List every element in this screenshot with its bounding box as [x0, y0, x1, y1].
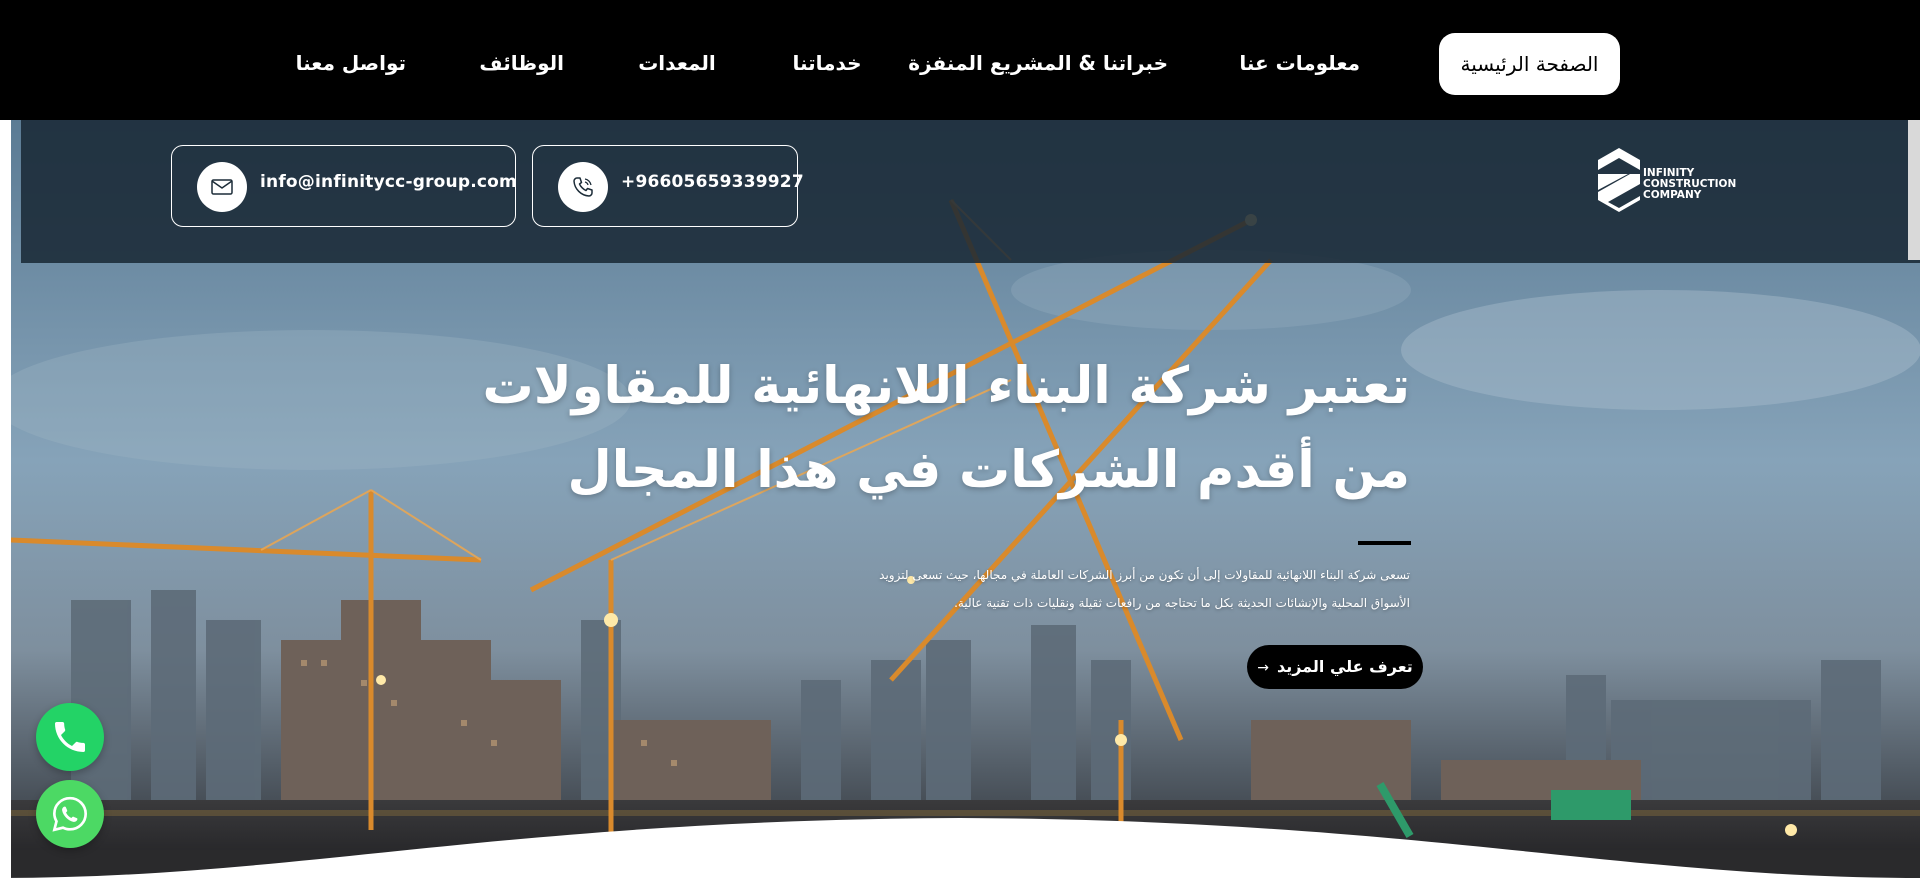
email-contact-box[interactable]: info@infinitycc-group.com	[171, 145, 517, 227]
nav-item-jobs[interactable]: الوظائف	[479, 47, 564, 79]
headline-divider	[1358, 541, 1411, 545]
hero-description-line-2: الأسواق المحلية والإنشائات الحديثة بكل م…	[954, 596, 1410, 610]
logo-line-3: COMPANY	[1643, 189, 1702, 201]
nav-item-contact[interactable]: تواصل معنا	[296, 47, 406, 79]
floating-whatsapp-button[interactable]	[36, 780, 104, 848]
hero-bottom-wave	[0, 818, 1920, 878]
arrow-icon: →	[1257, 660, 1269, 676]
company-logo[interactable]: INFINITY CONSTRUCTION COMPANY	[1598, 148, 1748, 214]
phone-icon	[558, 162, 608, 212]
learn-more-button[interactable]: تعرف علي المزيد →	[1247, 645, 1423, 689]
hero-headline-line-2: من أقدم الشركات في هذا المجال	[567, 441, 1410, 500]
phone-link[interactable]: +96605659339927	[621, 172, 804, 192]
top-navigation: الصفحة الرئيسية معلومات عنا خبراتنا & ال…	[0, 0, 1920, 120]
email-link[interactable]: info@infinitycc-group.com	[260, 172, 517, 192]
phone-icon	[55, 722, 85, 752]
page-scrollbar[interactable]	[1908, 120, 1920, 260]
learn-more-label: تعرف علي المزيد	[1276, 657, 1413, 676]
envelope-icon	[197, 162, 247, 212]
logo-mark-icon	[1598, 148, 1640, 212]
hero-description: تسعى شركة البناء اللانهائية للمقاولات إل…	[780, 561, 1410, 617]
floating-call-button[interactable]	[36, 703, 104, 771]
hero-description-line-1: تسعى شركة البناء اللانهائية للمقاولات إل…	[879, 568, 1410, 582]
phone-contact-box[interactable]: +96605659339927	[532, 145, 804, 227]
nav-item-projects[interactable]: خبراتنا & المشريع المنفزة	[908, 47, 1168, 79]
hero-headline-line-1: تعتبر شركة البناء اللانهائية للمقاولات	[482, 357, 1410, 416]
hero-headline: تعتبر شركة البناء اللانهائية للمقاولات م…	[420, 345, 1410, 513]
whatsapp-icon	[52, 796, 88, 832]
nav-item-about[interactable]: معلومات عنا	[1239, 47, 1360, 79]
logo-wordmark: INFINITY CONSTRUCTION COMPANY	[1643, 168, 1736, 201]
nav-item-equipment[interactable]: المعدات	[637, 47, 717, 79]
nav-item-services[interactable]: خدماتنا	[792, 47, 862, 79]
nav-item-home[interactable]: الصفحة الرئيسية	[1439, 33, 1620, 95]
